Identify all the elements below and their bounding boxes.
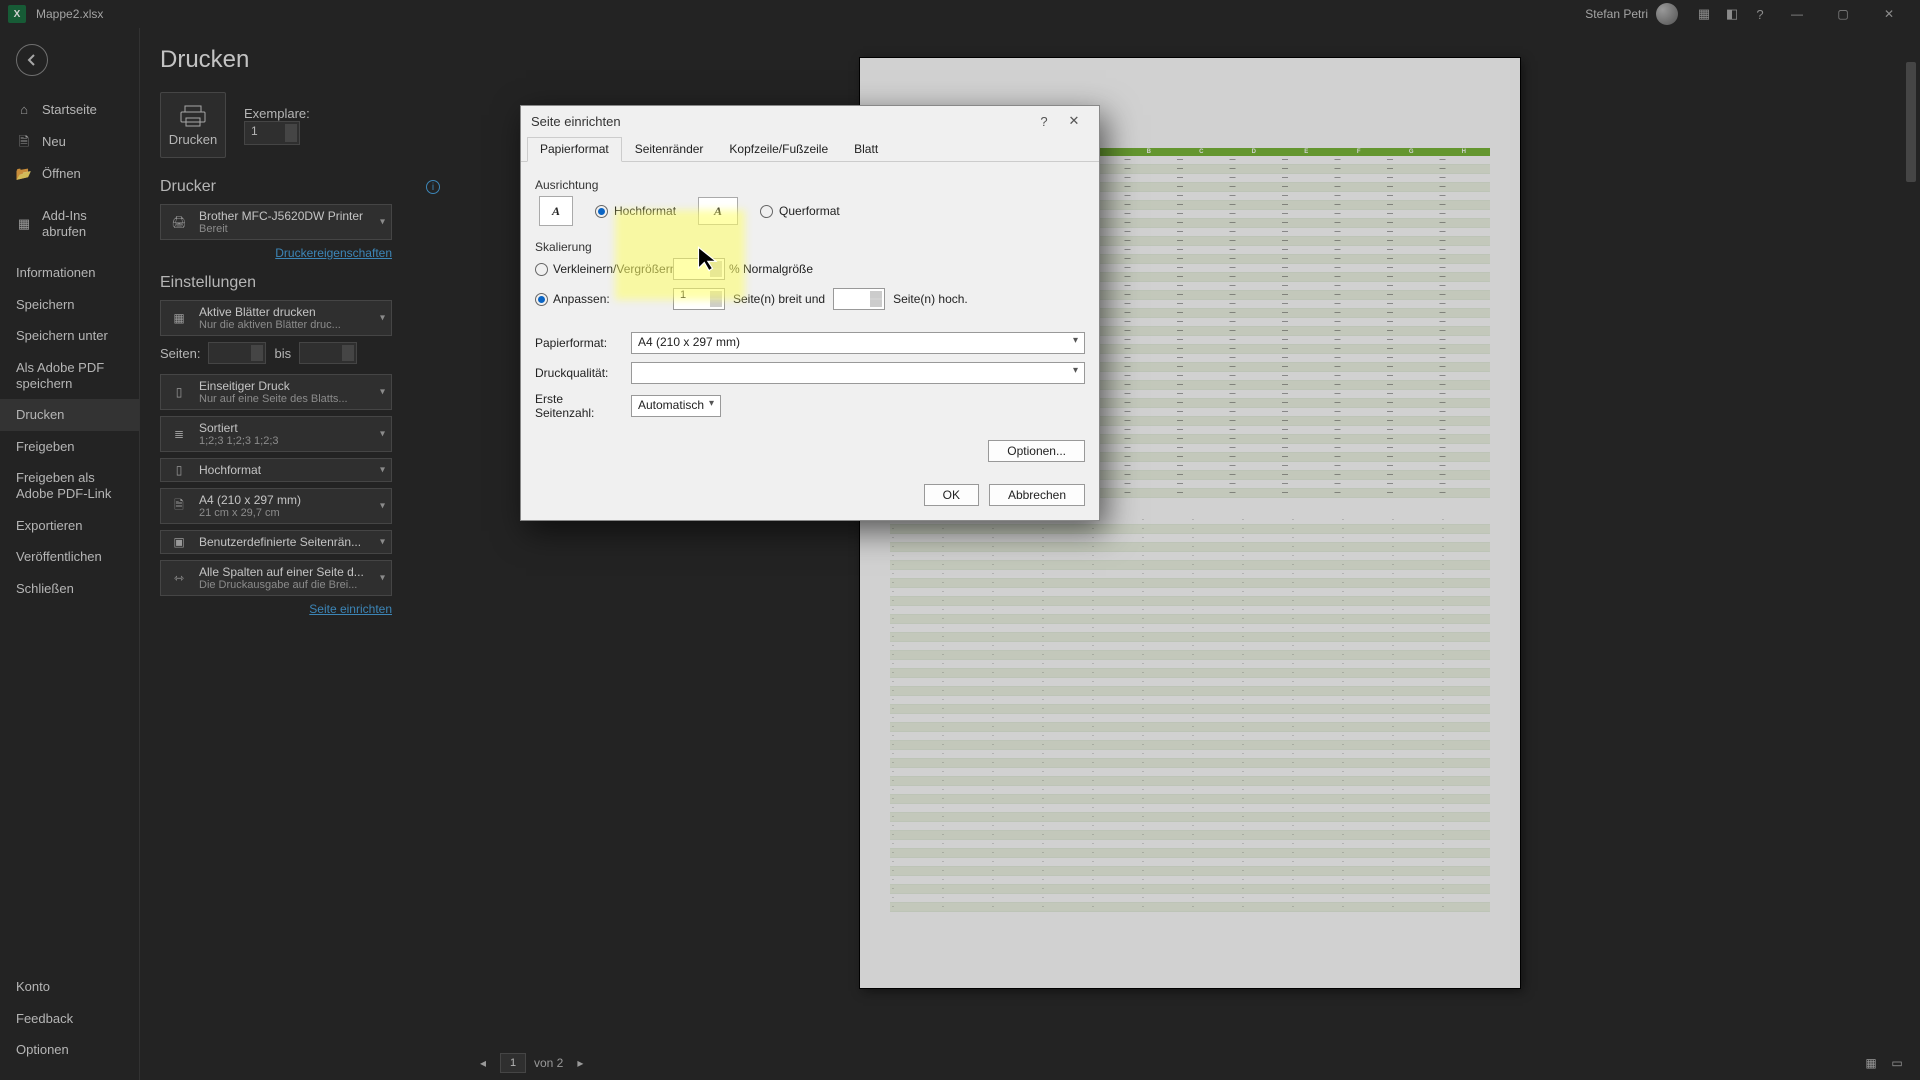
landscape-preview-icon: A bbox=[698, 197, 738, 225]
tab-papierformat[interactable]: Papierformat bbox=[527, 137, 622, 162]
tab-kopfzeile-fusszeile[interactable]: Kopfzeile/Fußzeile bbox=[716, 137, 841, 162]
fit-radio-label: Anpassen: bbox=[553, 292, 673, 306]
portrait-preview-icon: A bbox=[539, 196, 573, 226]
landscape-radio[interactable]: Querformat bbox=[760, 204, 840, 218]
dialog-tabs: Papierformat Seitenränder Kopfzeile/Fußz… bbox=[521, 136, 1099, 162]
radio-label: Hochformat bbox=[614, 204, 676, 218]
scale-radio-label: Verkleinern/Vergrößern: bbox=[553, 262, 673, 276]
tab-seitenraender[interactable]: Seitenränder bbox=[622, 137, 717, 162]
cancel-button[interactable]: Abbrechen bbox=[989, 484, 1085, 506]
fit-wide-input[interactable]: 1 bbox=[673, 288, 725, 310]
radio-icon bbox=[760, 205, 773, 218]
scale-percent-input[interactable] bbox=[673, 258, 725, 280]
options-button[interactable]: Optionen... bbox=[988, 440, 1085, 462]
fit-wide-label: Seite(n) breit und bbox=[733, 292, 825, 306]
radio-icon bbox=[595, 205, 608, 218]
ok-button[interactable]: OK bbox=[924, 484, 979, 506]
scale-radio[interactable] bbox=[535, 263, 548, 276]
fit-tall-label: Seite(n) hoch. bbox=[893, 292, 968, 306]
page-setup-dialog: Seite einrichten ? ✕ Papierformat Seiten… bbox=[520, 105, 1100, 521]
paper-format-combo[interactable]: A4 (210 x 297 mm) bbox=[631, 332, 1085, 354]
modal-overlay: Seite einrichten ? ✕ Papierformat Seiten… bbox=[0, 0, 1920, 1080]
first-page-label: Erste Seitenzahl: bbox=[535, 392, 621, 420]
fit-tall-input[interactable] bbox=[833, 288, 885, 310]
orientation-group-label: Ausrichtung bbox=[535, 178, 1085, 192]
paper-format-label: Papierformat: bbox=[535, 336, 621, 350]
dialog-close-button[interactable]: ✕ bbox=[1059, 109, 1089, 133]
portrait-radio[interactable]: Hochformat bbox=[595, 204, 676, 218]
tab-blatt[interactable]: Blatt bbox=[841, 137, 891, 162]
dialog-title: Seite einrichten bbox=[531, 114, 621, 129]
dialog-help-button[interactable]: ? bbox=[1029, 109, 1059, 133]
radio-label: Querformat bbox=[779, 204, 840, 218]
first-page-input[interactable]: Automatisch bbox=[631, 395, 721, 417]
print-quality-combo[interactable] bbox=[631, 362, 1085, 384]
scale-suffix: % Normalgröße bbox=[729, 262, 1085, 276]
print-quality-label: Druckqualität: bbox=[535, 366, 621, 380]
scaling-group-label: Skalierung bbox=[535, 240, 1085, 254]
fit-radio[interactable] bbox=[535, 293, 548, 306]
